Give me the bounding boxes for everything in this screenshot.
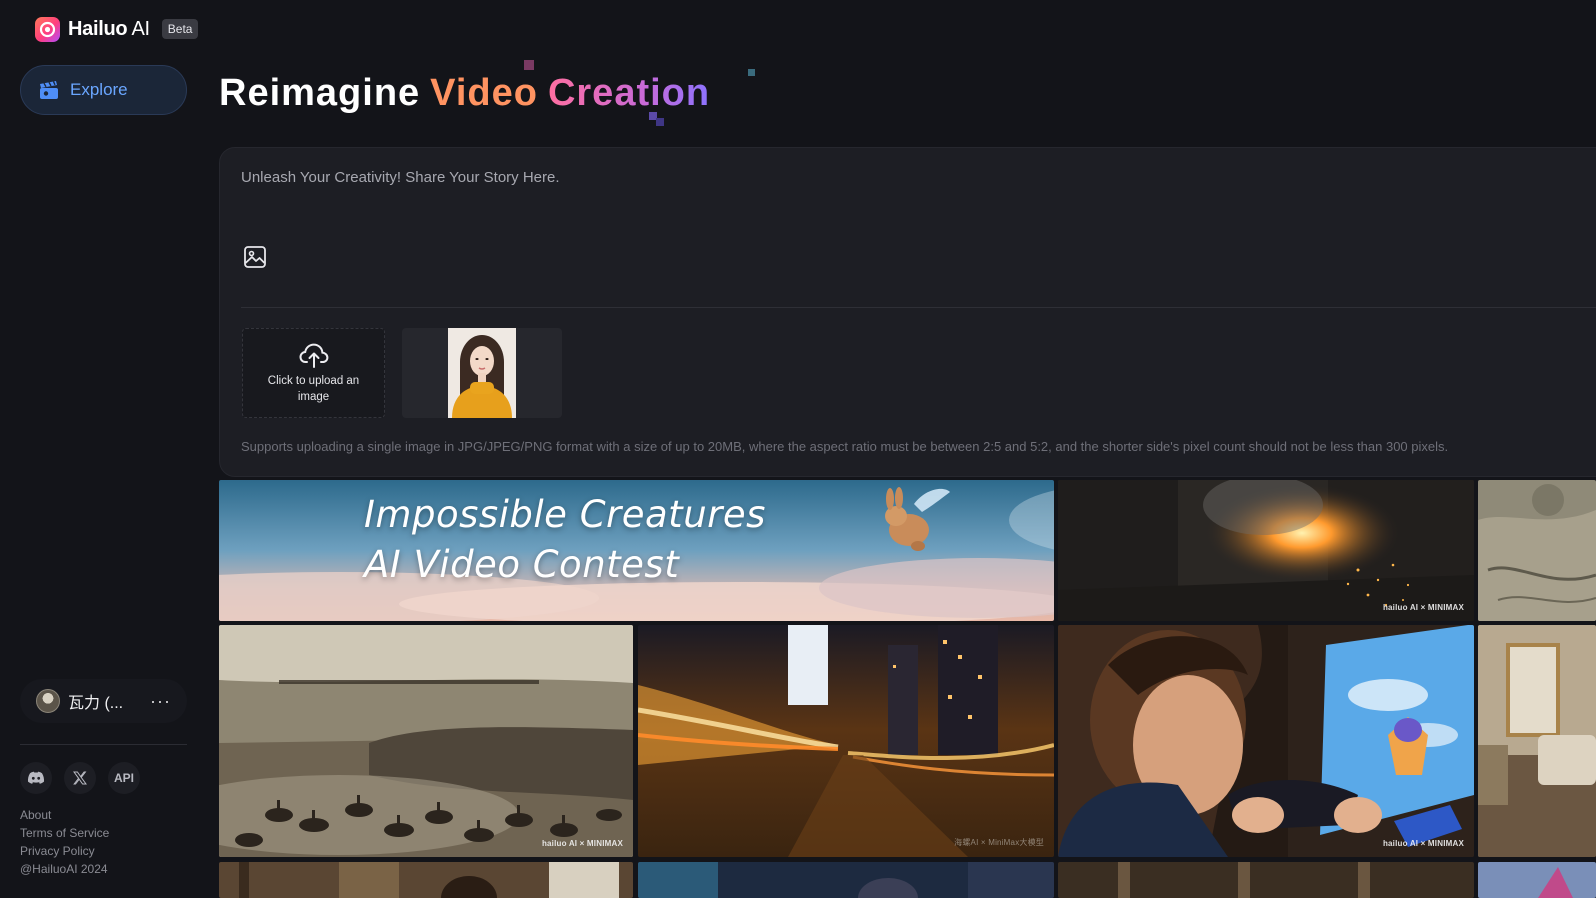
footer-links: About Terms of Service Privacy Policy @H… [20,806,109,878]
discord-button[interactable] [20,762,52,794]
page-title: Reimagine Video Creation [219,72,711,114]
video-thumbnail [1058,480,1474,621]
user-name: 瓦力 (... [68,695,124,712]
nav-explore-label: Explore [70,80,128,99]
banner-title: Impossible Creatures AI Video Contest [364,493,766,586]
image-upload-toggle[interactable] [242,244,268,270]
video-thumbnail [219,625,633,857]
gallery-video-cathedral[interactable] [638,862,1054,898]
hailuo-logo-icon [35,16,60,42]
watermark: hailuo AI × MINIMAX [541,839,623,848]
app-root: Hailuo AI Beta Explore 瓦力 (... ··· API A… [0,0,1596,898]
sample-image-thumbnail[interactable] [402,328,562,418]
prompt-panel: Click to upload an image Supports upload… [219,147,1596,477]
contest-banner[interactable]: Impossible Creatures AI Video Contest [219,480,1054,621]
beta-badge: Beta [161,19,199,39]
x-icon [73,771,87,785]
upload-image-button[interactable]: Click to upload an image [242,328,385,418]
gallery-video-fire[interactable]: hailuo AI × MINIMAX [1058,480,1474,621]
video-thumbnail [1478,862,1596,898]
gallery-video-boy-gaming[interactable]: hailuo AI × MINIMAX [1058,625,1474,857]
decor-square [524,60,534,70]
portrait-sample-image [448,328,516,418]
decor-square [748,69,755,76]
social-links: API [20,762,140,794]
more-options-icon[interactable]: ··· [150,691,171,712]
api-button[interactable]: API [108,762,140,794]
brand[interactable]: Hailuo AI Beta [35,16,199,42]
video-thumbnail [219,862,633,898]
watermark: 海螺AI × MiniMax大模型 [954,838,1044,847]
video-thumbnail [1478,625,1596,857]
privacy-link[interactable]: Privacy Policy [20,842,109,860]
video-thumbnail [638,625,1054,857]
avatar[interactable] [36,689,60,713]
discord-icon [27,771,45,784]
about-link[interactable]: About [20,806,109,824]
video-thumbnail [1058,625,1474,857]
gallery-video-library[interactable] [219,862,633,898]
copyright-text: @HailuoAI 2024 [20,862,108,876]
brand-name: Hailuo AI [68,17,150,40]
prompt-input[interactable] [241,169,1541,193]
image-icon [244,246,266,268]
terms-link[interactable]: Terms of Service [20,824,109,842]
sidebar: Hailuo AI Beta Explore 瓦力 (... ··· API A… [0,0,200,898]
watermark: hailuo AI × MINIMAX [1382,603,1464,612]
x-button[interactable] [64,762,96,794]
decor-square [656,118,664,126]
sidebar-divider [20,744,187,745]
video-thumbnail [1478,480,1596,621]
clapperboard-icon [40,81,58,99]
gallery-video-bedroom[interactable] [1478,625,1596,857]
prompt-divider [241,307,1596,308]
cloud-upload-icon [298,343,328,368]
upload-requirements-note: Supports uploading a single image in JPG… [241,439,1449,454]
user-profile[interactable]: 瓦力 (... ··· [20,679,187,723]
gallery-video-cavalry[interactable]: hailuo AI × MINIMAX [219,625,633,857]
gallery-video-interior[interactable] [1058,862,1474,898]
gallery-video-desert[interactable] [1478,480,1596,621]
nav-explore-button[interactable]: Explore [20,65,187,115]
video-thumbnail [1058,862,1474,898]
upload-label: Click to upload an image [267,375,360,403]
gallery-video-fantasy[interactable] [1478,862,1596,898]
video-thumbnail [638,862,1054,898]
watermark: hailuo AI × MINIMAX [1382,839,1464,848]
gallery-video-city-night[interactable]: 海螺AI × MiniMax大模型 [638,625,1054,857]
